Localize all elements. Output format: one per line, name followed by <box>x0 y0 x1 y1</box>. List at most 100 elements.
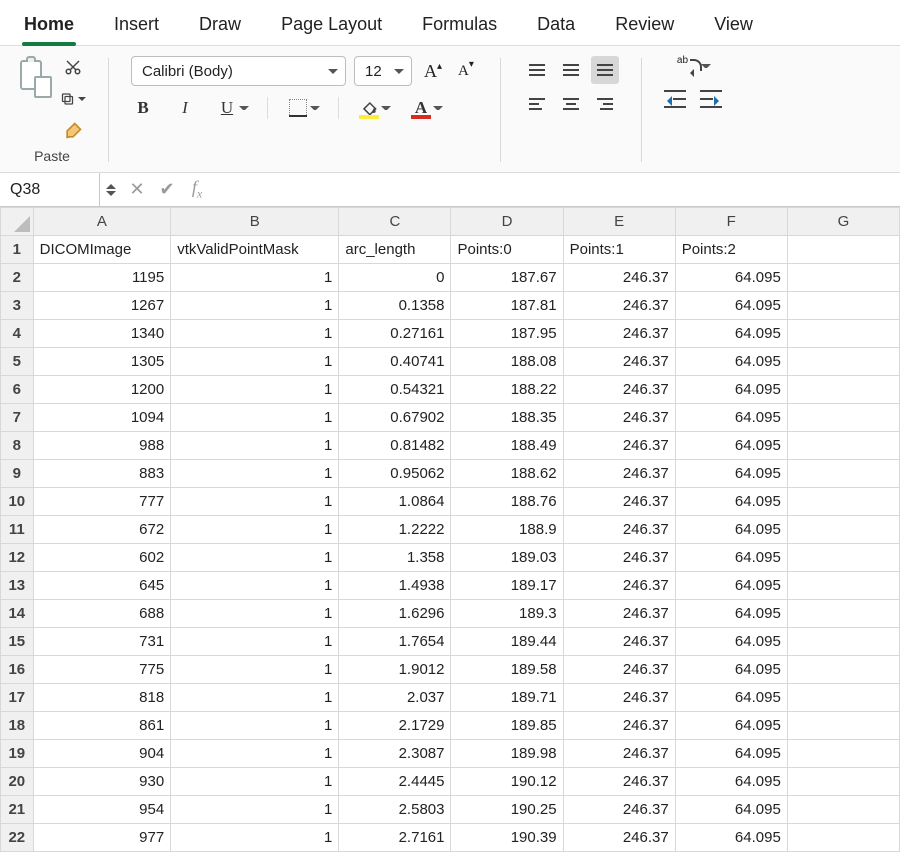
align-center-button[interactable] <box>557 90 585 118</box>
underline-menu[interactable] <box>239 102 249 114</box>
cell[interactable]: 246.37 <box>563 768 675 796</box>
row-header[interactable]: 7 <box>1 404 34 432</box>
cell[interactable]: 2.037 <box>339 684 451 712</box>
cell[interactable]: 688 <box>33 600 171 628</box>
cell[interactable]: 861 <box>33 712 171 740</box>
cell[interactable]: 189.71 <box>451 684 563 712</box>
cell[interactable]: 64.095 <box>675 404 787 432</box>
cell[interactable]: 1 <box>171 824 339 852</box>
cell[interactable]: 64.095 <box>675 376 787 404</box>
row-header[interactable]: 5 <box>1 348 34 376</box>
cell[interactable]: 246.37 <box>563 572 675 600</box>
cell[interactable]: 2.7161 <box>339 824 451 852</box>
cell[interactable]: 777 <box>33 488 171 516</box>
cell[interactable]: 1 <box>171 404 339 432</box>
cell[interactable]: 64.095 <box>675 656 787 684</box>
cell[interactable]: 246.37 <box>563 628 675 656</box>
cell[interactable]: 246.37 <box>563 488 675 516</box>
cell[interactable] <box>787 516 899 544</box>
cell[interactable]: 188.9 <box>451 516 563 544</box>
cell[interactable] <box>787 264 899 292</box>
cell[interactable]: 2.5803 <box>339 796 451 824</box>
cell[interactable]: 246.37 <box>563 712 675 740</box>
row-header[interactable]: 6 <box>1 376 34 404</box>
ribbon-tab-formulas[interactable]: Formulas <box>420 8 499 45</box>
row-header[interactable]: 11 <box>1 516 34 544</box>
cell[interactable]: 64.095 <box>675 684 787 712</box>
cell[interactable]: 1 <box>171 544 339 572</box>
ribbon-tab-review[interactable]: Review <box>613 8 676 45</box>
cell[interactable]: 188.08 <box>451 348 563 376</box>
row-header[interactable]: 10 <box>1 488 34 516</box>
cell[interactable]: 64.095 <box>675 264 787 292</box>
cell[interactable]: 246.37 <box>563 320 675 348</box>
cell[interactable]: 0.54321 <box>339 376 451 404</box>
cell[interactable]: 64.095 <box>675 768 787 796</box>
wrap-text-menu[interactable] <box>701 60 711 72</box>
cell[interactable] <box>787 544 899 572</box>
cell[interactable] <box>787 824 899 852</box>
ribbon-tab-home[interactable]: Home <box>22 8 76 45</box>
row-header[interactable]: 4 <box>1 320 34 348</box>
cell[interactable]: 672 <box>33 516 171 544</box>
cell[interactable] <box>787 460 899 488</box>
cell[interactable]: 1.0864 <box>339 488 451 516</box>
cell[interactable]: 188.22 <box>451 376 563 404</box>
cell[interactable]: 64.095 <box>675 740 787 768</box>
row-header[interactable]: 14 <box>1 600 34 628</box>
row-header[interactable]: 9 <box>1 460 34 488</box>
row-header[interactable]: 1 <box>1 236 34 264</box>
cell[interactable]: 64.095 <box>675 600 787 628</box>
italic-button[interactable]: I <box>173 96 197 120</box>
cell[interactable]: 602 <box>33 544 171 572</box>
underline-button[interactable]: U <box>215 96 239 120</box>
worksheet-area[interactable]: ABCDEFG 1DICOMImagevtkValidPointMaskarc_… <box>0 207 900 852</box>
font-color-menu[interactable] <box>433 102 443 114</box>
cell[interactable]: 246.37 <box>563 740 675 768</box>
cell[interactable]: 64.095 <box>675 628 787 656</box>
column-header-A[interactable]: A <box>33 208 171 236</box>
cell[interactable]: 977 <box>33 824 171 852</box>
increase-indent-button[interactable] <box>700 90 722 108</box>
cut-button[interactable] <box>60 56 86 78</box>
cell[interactable]: 2.1729 <box>339 712 451 740</box>
cell[interactable]: 0.27161 <box>339 320 451 348</box>
grow-font-button[interactable]: A▴ <box>420 59 446 84</box>
paste-icon[interactable] <box>18 56 52 98</box>
align-bottom-button[interactable] <box>591 56 619 84</box>
ribbon-tab-view[interactable]: View <box>712 8 755 45</box>
cell[interactable]: 246.37 <box>563 264 675 292</box>
cell[interactable]: 0.1358 <box>339 292 451 320</box>
cell[interactable] <box>787 236 899 264</box>
align-top-button[interactable] <box>523 56 551 84</box>
cell[interactable]: 1340 <box>33 320 171 348</box>
cell[interactable]: 189.3 <box>451 600 563 628</box>
cell[interactable] <box>787 740 899 768</box>
cell[interactable]: 64.095 <box>675 712 787 740</box>
cell[interactable]: 246.37 <box>563 824 675 852</box>
cell[interactable]: arc_length <box>339 236 451 264</box>
cell[interactable]: 1195 <box>33 264 171 292</box>
fill-color-menu[interactable] <box>381 102 391 114</box>
cell[interactable]: 246.37 <box>563 460 675 488</box>
cell[interactable]: 818 <box>33 684 171 712</box>
cell[interactable]: 0.40741 <box>339 348 451 376</box>
cell[interactable]: 188.35 <box>451 404 563 432</box>
cell[interactable]: 64.095 <box>675 488 787 516</box>
cell[interactable]: 1.7654 <box>339 628 451 656</box>
column-header-F[interactable]: F <box>675 208 787 236</box>
cell[interactable]: 246.37 <box>563 600 675 628</box>
copy-button[interactable] <box>60 88 86 110</box>
name-box-stepper[interactable] <box>106 179 116 201</box>
cell[interactable]: vtkValidPointMask <box>171 236 339 264</box>
cell[interactable]: 64.095 <box>675 348 787 376</box>
cancel-formula-button[interactable]: ✕ <box>122 179 152 200</box>
decrease-indent-button[interactable] <box>664 90 686 108</box>
formula-input[interactable] <box>212 173 900 206</box>
cell[interactable] <box>787 432 899 460</box>
cell[interactable]: 731 <box>33 628 171 656</box>
borders-menu[interactable] <box>310 102 320 114</box>
cell[interactable]: 188.62 <box>451 460 563 488</box>
cell[interactable]: 1 <box>171 348 339 376</box>
cell[interactable]: 1267 <box>33 292 171 320</box>
